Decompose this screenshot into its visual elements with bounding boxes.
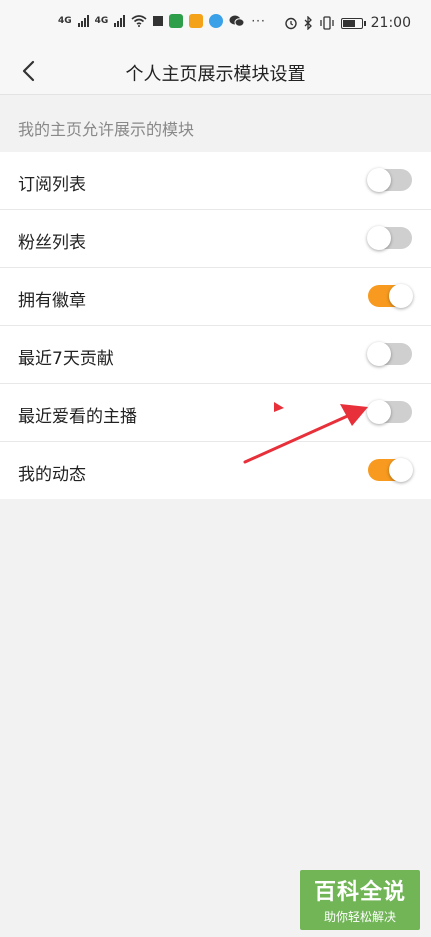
toggle-subscriptions[interactable] xyxy=(367,168,412,192)
status-left: 4G 4G ··· xyxy=(58,14,266,28)
battery-icon xyxy=(340,17,366,29)
page-title: 个人主页展示模块设置 xyxy=(125,64,306,85)
module-row-contributions: 最近7天贡献 xyxy=(0,326,431,384)
signal-icon xyxy=(114,15,126,27)
module-row-favorite-anchors: 最近爱看的主播 xyxy=(0,384,431,442)
module-label: 最近爱看的主播 xyxy=(18,407,137,427)
alarm-icon xyxy=(284,17,297,30)
wifi-icon xyxy=(131,15,147,27)
more-icon: ··· xyxy=(251,14,266,28)
clock: 21:00 xyxy=(370,15,411,31)
network-type-1: 4G xyxy=(58,15,72,26)
network-type-2: 4G xyxy=(94,15,109,26)
app-icon xyxy=(153,16,164,26)
toggle-badges[interactable] xyxy=(368,284,413,308)
module-row-subscriptions: 订阅列表 xyxy=(0,152,431,210)
toggle-knob xyxy=(367,400,391,424)
app-icon xyxy=(189,14,204,28)
module-list: 订阅列表 粉丝列表 拥有徽章 最近7天贡献 最近爱看的主播 我的动态 xyxy=(0,152,431,499)
toggle-my-posts[interactable] xyxy=(368,458,413,482)
module-label: 最近7天贡献 xyxy=(18,349,114,369)
module-label: 订阅列表 xyxy=(18,175,86,195)
watermark-subtitle: 助你轻松解决 xyxy=(323,910,396,924)
bluetooth-icon xyxy=(304,16,312,30)
signal-icon xyxy=(77,15,89,27)
module-label: 我的动态 xyxy=(18,465,86,485)
toggle-knob xyxy=(367,226,391,250)
navigation-bar: 个人主页展示模块设置 xyxy=(0,50,431,95)
app-icon xyxy=(169,14,184,28)
watermark-logo: 百科全说 助你轻松解决 xyxy=(300,870,420,930)
module-row-my-posts: 我的动态 xyxy=(0,442,431,499)
toggle-knob xyxy=(367,168,391,192)
module-row-badges: 拥有徽章 xyxy=(0,268,431,326)
section-label: 我的主页允许展示的模块 xyxy=(18,120,195,139)
module-row-fans: 粉丝列表 xyxy=(0,210,431,268)
status-bar: 4G 4G ··· 21:00 xyxy=(0,0,431,50)
vibrate-icon xyxy=(319,16,334,30)
module-label: 拥有徽章 xyxy=(18,291,86,311)
toggle-fans[interactable] xyxy=(367,226,412,250)
module-label: 粉丝列表 xyxy=(18,233,86,253)
toggle-contributions[interactable] xyxy=(367,342,412,366)
app-icon xyxy=(209,14,224,28)
wechat-icon xyxy=(229,15,245,27)
status-right: 21:00 xyxy=(284,15,411,31)
toggle-knob xyxy=(389,284,413,308)
toggle-favorite-anchors[interactable] xyxy=(367,400,412,424)
toggle-knob xyxy=(389,458,413,482)
watermark-title: 百科全说 xyxy=(313,880,406,905)
toggle-knob xyxy=(367,342,391,366)
